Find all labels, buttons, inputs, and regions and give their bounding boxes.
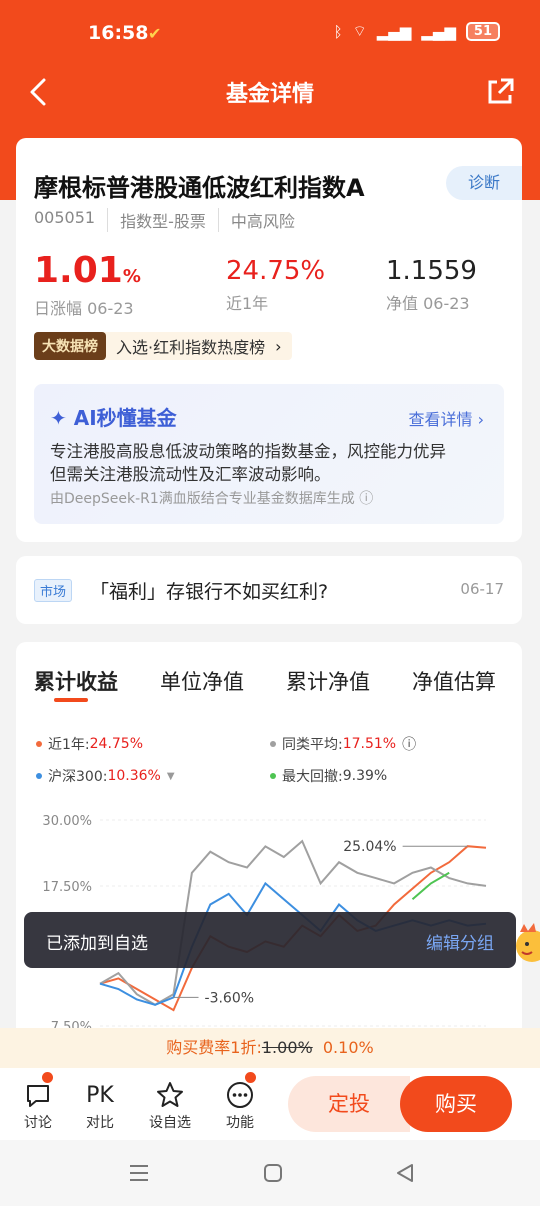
nav-stat: 1.1559 净值 06-23 <box>386 256 477 314</box>
ai-title: ✦ AI秒懂基金 <box>50 406 177 430</box>
compare-button[interactable]: PK 对比 <box>75 1078 125 1132</box>
ai-more-link[interactable]: 查看详情 › <box>409 406 485 430</box>
nav-value: 1.1559 <box>386 256 477 286</box>
fund-code: 005051 <box>34 208 96 227</box>
fund-name: 摩根标普港股通低波红利指数A <box>34 174 365 202</box>
battery-icon: 51 <box>465 22 500 41</box>
chart-tabs: 累计收益 单位净值 累计净值 净值估算 <box>16 666 522 706</box>
app-notification-icon: ✔ <box>148 24 162 43</box>
fund-risk: 中高风险 <box>217 208 295 232</box>
daily-change-stat: 1.01% 日涨幅 06-23 <box>34 250 141 319</box>
year-return-value: 24.75% <box>226 256 326 286</box>
edit-group-button[interactable]: 编辑分组 <box>426 929 494 954</box>
chat-icon <box>27 1085 49 1107</box>
pk-icon: PK <box>86 1082 114 1108</box>
ai-summary: ✦ AI秒懂基金 查看详情 › 专注港股高股息低波动策略的指数基金，风控能力优异… <box>34 384 504 524</box>
wifi-icon: ⌔ <box>352 22 367 40</box>
annotation-label: -3.60% <box>205 990 255 1006</box>
signal-icon: ▂▄▆ <box>376 22 412 41</box>
dropdown-icon: ▼ <box>166 770 175 782</box>
legend-avg: 同类平均: 17.51% ⓘ <box>270 734 416 754</box>
page-title: 基金详情 <box>225 82 314 107</box>
more-icon <box>227 1082 253 1108</box>
info-icon[interactable]: ⓘ <box>359 491 373 507</box>
toast: 已添加到自选 编辑分组 <box>24 912 516 968</box>
diagnose-button[interactable]: 诊断 <box>446 166 522 200</box>
system-nav-bar <box>0 1140 540 1206</box>
year-return-label: 近1年 <box>226 294 269 313</box>
annotation-label: 25.04% <box>343 839 396 855</box>
buy-button[interactable]: 购买 <box>400 1076 512 1132</box>
daily-change-value: 1.01% <box>34 250 141 291</box>
y-tick-label: 17.50% <box>42 880 92 895</box>
legend-fund: 近1年: 24.75% <box>36 734 143 754</box>
news-item[interactable]: 市场 「福利」存银行不如买红利? 06-17 <box>16 556 522 624</box>
notification-dot <box>245 1072 256 1083</box>
mascot-icon[interactable] <box>510 922 540 968</box>
rank-tag[interactable]: 大数据榜 入选·红利指数热度榜 › <box>34 332 292 360</box>
nav-bar: 基金详情 <box>0 68 540 118</box>
chart-card: 累计收益 单位净值 累计净值 净值估算 近1年: 24.75% 同类平均: 17.5… <box>16 642 522 1062</box>
fund-card: 摩根标普港股通低波红利指数A 诊断 005051 指数型-股票 中高风险 1.0… <box>16 138 522 542</box>
chevron-right-icon: › <box>275 336 282 356</box>
tab-underline <box>54 698 88 702</box>
nav-label: 净值 06-23 <box>386 294 470 313</box>
news-date: 06-17 <box>460 580 504 598</box>
menu-icon[interactable] <box>128 1162 150 1184</box>
legend-dot <box>270 741 276 747</box>
function-button[interactable]: 功能 <box>215 1078 265 1132</box>
daily-change-label: 日涨幅 06-23 <box>34 299 134 318</box>
year-return-stat: 24.75% 近1年 <box>226 256 325 314</box>
tab-unit-nav[interactable]: 单位净值 <box>160 666 244 696</box>
ai-body: 专注港股高股息低波动策略的指数基金，风控能力优异 但需关注港股流动性及汇率波动影… <box>50 442 446 484</box>
fixed-invest-button[interactable]: 定投 <box>288 1076 410 1132</box>
ai-footer: 由DeepSeek-R1满血版结合专业基金数据库生成 ⓘ <box>50 491 374 507</box>
legend-dot <box>36 773 42 779</box>
status-time: 16:58 <box>88 22 149 44</box>
status-bar: 16:58 ✔ ᛒ ⌔ ▂▄▆ ▂▄▆ 51 <box>0 0 540 68</box>
bigdata-badge: 大数据榜 <box>34 332 106 360</box>
fund-meta: 005051 指数型-股票 中高风险 <box>34 208 295 232</box>
fund-type: 指数型-股票 <box>107 208 206 232</box>
bluetooth-icon: ᛒ <box>333 22 343 41</box>
rank-text: 入选·红利指数热度榜 <box>116 338 266 357</box>
home-icon[interactable] <box>262 1162 284 1184</box>
sparkle-icon: ✦ <box>50 406 74 430</box>
tab-nav-estimate[interactable]: 净值估算 <box>412 666 496 696</box>
star-icon <box>157 1082 183 1107</box>
notification-dot <box>42 1072 53 1083</box>
y-tick-label: 30.00% <box>42 814 92 829</box>
back-nav-icon[interactable] <box>394 1162 416 1184</box>
toast-text: 已添加到自选 <box>46 934 148 954</box>
legend-dot <box>36 741 42 747</box>
legend-hs300[interactable]: 沪深300: 10.36% ▼ <box>36 766 175 786</box>
news-badge: 市场 <box>34 579 73 602</box>
share-icon[interactable] <box>482 74 518 110</box>
status-icons: ᛒ ⌔ ▂▄▆ ▂▄▆ 51 <box>334 22 500 41</box>
watchlist-button[interactable]: 设自选 <box>145 1078 195 1132</box>
signal-icon-2: ▂▄▆ <box>421 22 456 41</box>
legend-dot <box>270 773 276 779</box>
news-title: 「福利」存银行不如买红利? <box>90 581 329 603</box>
bottom-bar: 讨论 PK 对比 设自选 功能 定投 购买 <box>0 1068 540 1140</box>
info-icon[interactable]: ⓘ <box>402 734 416 754</box>
tab-cumulative-return[interactable]: 累计收益 <box>34 666 118 696</box>
discuss-button[interactable]: 讨论 <box>13 1078 63 1132</box>
tab-accum-nav[interactable]: 累计净值 <box>286 666 370 696</box>
promo-bar: 购买费率1折:1.00% 0.10% <box>0 1028 540 1068</box>
legend-drawdown: 最大回撤: 9.39% <box>270 766 387 786</box>
